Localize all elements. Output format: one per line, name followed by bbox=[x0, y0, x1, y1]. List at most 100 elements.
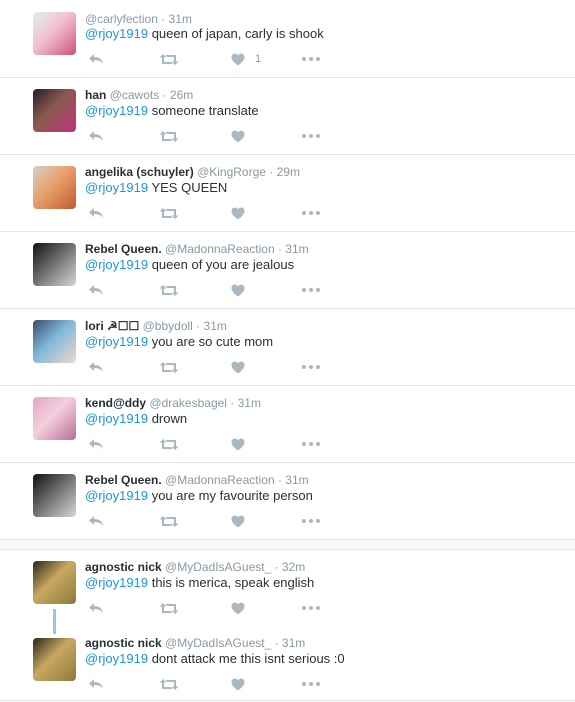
timestamp[interactable]: 31m bbox=[282, 636, 305, 650]
display-name[interactable]: Rebel Queen. bbox=[85, 473, 162, 487]
mention-link[interactable]: @rjoy1919 bbox=[85, 334, 148, 349]
retweet-button[interactable] bbox=[159, 601, 179, 615]
retweet-icon bbox=[159, 53, 179, 66]
username[interactable]: @MyDadIsAGuest_ bbox=[165, 560, 271, 574]
avatar[interactable] bbox=[33, 474, 76, 517]
timestamp[interactable]: 29m bbox=[277, 165, 300, 179]
like-button[interactable] bbox=[231, 206, 245, 220]
avatar[interactable] bbox=[33, 397, 76, 440]
tweet-divider bbox=[0, 77, 575, 78]
username[interactable]: @cawots bbox=[110, 88, 160, 102]
reply-button[interactable] bbox=[88, 677, 104, 691]
timestamp[interactable]: 31m bbox=[238, 396, 261, 410]
display-name[interactable]: kend@ddy bbox=[85, 396, 146, 410]
mention-link[interactable]: @rjoy1919 bbox=[85, 180, 148, 195]
avatar[interactable] bbox=[33, 638, 76, 681]
like-button[interactable]: 1 bbox=[231, 52, 261, 66]
tweet-divider bbox=[0, 700, 575, 701]
avatar[interactable] bbox=[33, 243, 76, 286]
more-icon bbox=[302, 442, 320, 446]
separator-dot: · bbox=[157, 12, 169, 26]
display-name[interactable]: Rebel Queen. bbox=[85, 242, 162, 256]
timestamp[interactable]: 31m bbox=[204, 319, 227, 333]
more-button[interactable] bbox=[302, 437, 320, 451]
tweet-text: @rjoy1919 YES QUEEN bbox=[85, 180, 227, 196]
retweet-icon bbox=[159, 438, 179, 451]
more-button[interactable] bbox=[302, 129, 320, 143]
like-button[interactable] bbox=[231, 601, 245, 615]
display-name[interactable]: han bbox=[85, 88, 106, 102]
timestamp[interactable]: 26m bbox=[170, 88, 193, 102]
username[interactable]: @KingRorge bbox=[197, 165, 266, 179]
separator-dot: · bbox=[265, 165, 277, 179]
retweet-button[interactable] bbox=[159, 283, 179, 297]
username[interactable]: @MyDadIsAGuest_ bbox=[165, 636, 271, 650]
username[interactable]: @bbydoll bbox=[143, 319, 193, 333]
reply-button[interactable] bbox=[88, 601, 104, 615]
like-button[interactable] bbox=[231, 283, 245, 297]
heart-icon bbox=[231, 678, 245, 691]
retweet-button[interactable] bbox=[159, 52, 179, 66]
tweet-text: @rjoy1919 queen of japan, carly is shook bbox=[85, 26, 324, 42]
username[interactable]: @MadonnaReaction bbox=[165, 242, 275, 256]
avatar[interactable] bbox=[33, 320, 76, 363]
retweet-button[interactable] bbox=[159, 514, 179, 528]
reply-button[interactable] bbox=[88, 360, 104, 374]
mention-link[interactable]: @rjoy1919 bbox=[85, 651, 148, 666]
more-button[interactable] bbox=[302, 283, 320, 297]
reply-button[interactable] bbox=[88, 283, 104, 297]
display-name[interactable]: lori ☭☐☐ bbox=[85, 319, 139, 333]
mention-link[interactable]: @rjoy1919 bbox=[85, 411, 148, 426]
like-button[interactable] bbox=[231, 360, 245, 374]
reply-button[interactable] bbox=[88, 52, 104, 66]
reply-button[interactable] bbox=[88, 514, 104, 528]
tweet-body: someone translate bbox=[151, 103, 259, 118]
retweet-button[interactable] bbox=[159, 360, 179, 374]
tweet-header: han @cawots · 26m bbox=[85, 88, 193, 102]
more-icon bbox=[302, 682, 320, 686]
retweet-button[interactable] bbox=[159, 437, 179, 451]
timestamp[interactable]: 31m bbox=[285, 242, 308, 256]
reply-icon bbox=[88, 361, 104, 373]
mention-link[interactable]: @rjoy1919 bbox=[85, 575, 148, 590]
retweet-button[interactable] bbox=[159, 677, 179, 691]
like-button[interactable] bbox=[231, 437, 245, 451]
timestamp[interactable]: 31m bbox=[169, 12, 192, 26]
retweet-icon bbox=[159, 284, 179, 297]
like-button[interactable] bbox=[231, 129, 245, 143]
avatar[interactable] bbox=[33, 561, 76, 604]
avatar[interactable] bbox=[33, 12, 76, 55]
mention-link[interactable]: @rjoy1919 bbox=[85, 103, 148, 118]
reply-button[interactable] bbox=[88, 437, 104, 451]
display-name[interactable]: angelika (schuyler) bbox=[85, 165, 194, 179]
more-icon bbox=[302, 134, 320, 138]
reply-button[interactable] bbox=[88, 206, 104, 220]
timestamp[interactable]: 32m bbox=[282, 560, 305, 574]
reply-button[interactable] bbox=[88, 129, 104, 143]
more-button[interactable] bbox=[302, 360, 320, 374]
more-icon bbox=[302, 365, 320, 369]
reply-icon bbox=[88, 515, 104, 527]
tweet-divider bbox=[0, 154, 575, 155]
more-button[interactable] bbox=[302, 52, 320, 66]
display-name[interactable]: agnostic nick bbox=[85, 636, 162, 650]
username[interactable]: @MadonnaReaction bbox=[165, 473, 275, 487]
retweet-button[interactable] bbox=[159, 206, 179, 220]
avatar[interactable] bbox=[33, 166, 76, 209]
mention-link[interactable]: @rjoy1919 bbox=[85, 488, 148, 503]
username[interactable]: @drakesbagel bbox=[149, 396, 227, 410]
display-name[interactable]: agnostic nick bbox=[85, 560, 162, 574]
mention-link[interactable]: @rjoy1919 bbox=[85, 26, 148, 41]
more-button[interactable] bbox=[302, 677, 320, 691]
timestamp[interactable]: 31m bbox=[285, 473, 308, 487]
more-button[interactable] bbox=[302, 206, 320, 220]
avatar[interactable] bbox=[33, 89, 76, 132]
retweet-button[interactable] bbox=[159, 129, 179, 143]
mention-link[interactable]: @rjoy1919 bbox=[85, 257, 148, 272]
retweet-icon bbox=[159, 207, 179, 220]
like-button[interactable] bbox=[231, 514, 245, 528]
more-button[interactable] bbox=[302, 601, 320, 615]
like-button[interactable] bbox=[231, 677, 245, 691]
more-button[interactable] bbox=[302, 514, 320, 528]
username[interactable]: @carlyfection bbox=[85, 12, 158, 26]
